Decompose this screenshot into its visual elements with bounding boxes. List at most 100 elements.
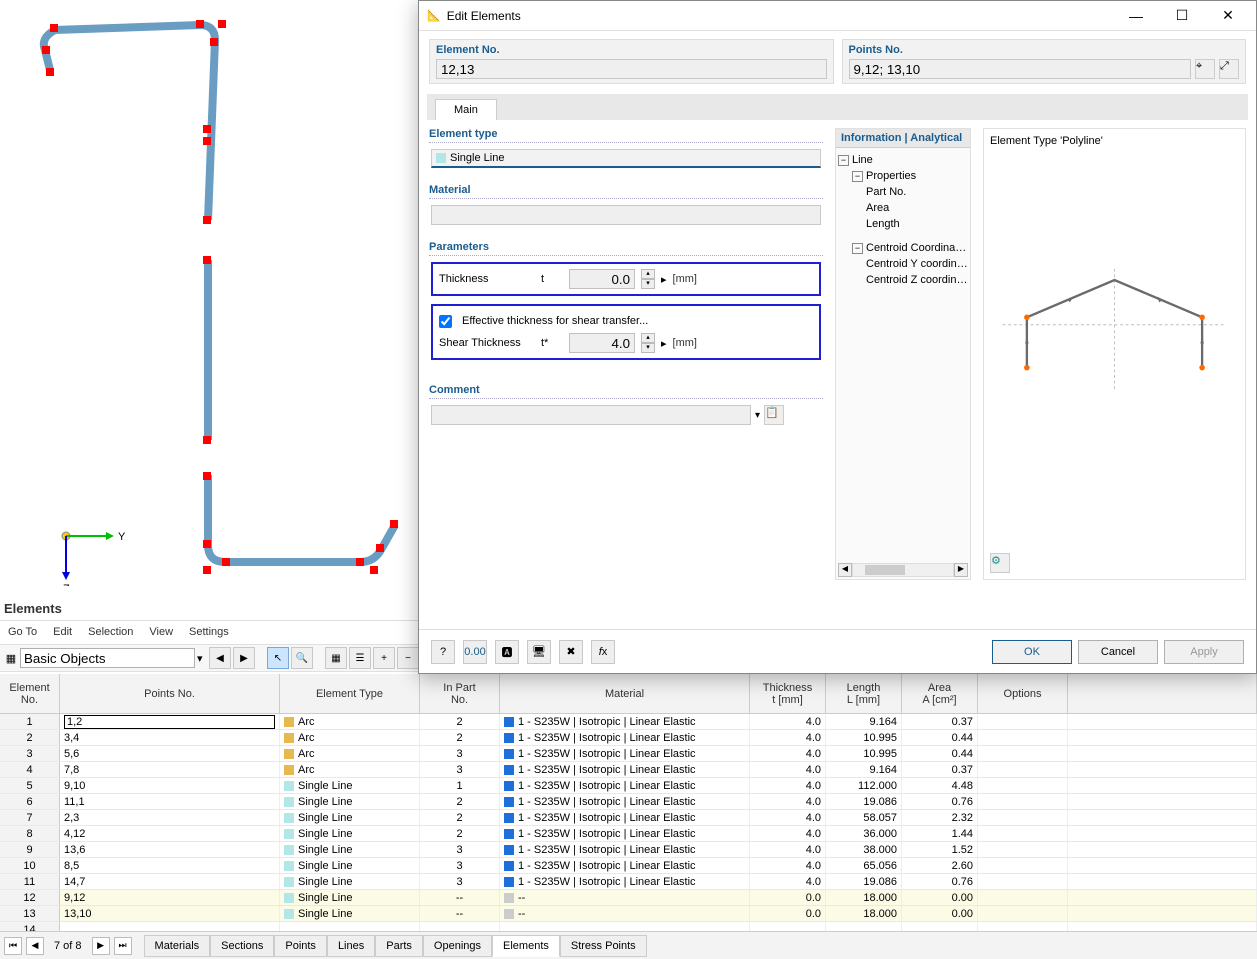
sheet-tab-openings[interactable]: Openings [423,935,492,957]
element-type-value: Single Line [450,152,504,164]
points-no-input[interactable] [849,59,1192,79]
units-icon[interactable]: 0.00 [463,640,487,664]
col-points[interactable]: Points No. [60,674,280,713]
prev-sheet-btn[interactable]: ◀ [26,937,44,955]
svg-text:Z: Z [63,583,70,586]
sheet-tab-lines[interactable]: Lines [327,935,375,957]
info-tree[interactable]: Information | Analytical −Line −Properti… [835,128,971,580]
sheet-tab-elements[interactable]: Elements [492,935,560,957]
shear-spinner[interactable]: ▴▾ [641,333,655,353]
col-thickness[interactable]: Thickness t [mm] [750,674,826,713]
calculator-icon[interactable]: 🅰 [495,640,519,664]
group-element-type: Element type [429,128,823,143]
sheet-tab-sections[interactable]: Sections [210,935,274,957]
table-view-btn[interactable]: ▦ [325,647,347,669]
shear-step-btn[interactable]: ▸ [661,337,667,350]
table-row[interactable]: 1313,10Single Line----0.018.0000.00 [0,906,1257,922]
col-etype[interactable]: Element Type [280,674,420,713]
preview-settings-icon[interactable]: ⚙ [990,553,1010,573]
tree-hscroll[interactable]: ◀▶ [838,563,968,577]
elements-grid[interactable]: Element No. Points No. Element Type In P… [0,674,1257,931]
comment-library-icon[interactable]: 📋 [764,405,784,425]
dialog-title: Edit Elements [447,9,1110,23]
menu-goto[interactable]: Go To [8,626,37,638]
effective-thickness-label: Effective thickness for shear transfer..… [462,315,648,327]
col-length[interactable]: Length L [mm] [826,674,902,713]
table-row[interactable]: 23,4Arc21 - S235W | Isotropic | Linear E… [0,730,1257,746]
remove-row-btn[interactable]: − [397,647,419,669]
info-header: Information | Analytical [836,129,970,148]
table-row[interactable]: 59,10Single Line11 - S235W | Isotropic |… [0,778,1257,794]
thickness-symbol: t [541,273,563,285]
sheet-footer: ⏮ ◀ 7 of 8 ▶ ⏭ MaterialsSectionsPointsLi… [0,931,1257,959]
col-inpart[interactable]: In Part No. [420,674,500,713]
edit-elements-dialog: 📐 Edit Elements — ☐ ✕ Element No. Points… [418,0,1257,674]
table-row[interactable]: 1Arc21 - S235W | Isotropic | Linear Elas… [0,714,1257,730]
select-mode-btn[interactable]: ↖ [267,647,289,669]
add-row-btn[interactable]: + [373,647,395,669]
table-row[interactable]: 47,8Arc31 - S235W | Isotropic | Linear E… [0,762,1257,778]
col-area[interactable]: Area A [cm²] [902,674,978,713]
effective-thickness-checkbox[interactable] [439,315,452,328]
sheet-tab-stress-points[interactable]: Stress Points [560,935,647,957]
element-type-select[interactable]: Single Line [431,149,821,168]
object-filter-combo[interactable] [20,648,195,668]
axis-widget: Y Z [56,506,126,589]
material-input[interactable] [431,205,821,225]
nav-next-btn[interactable]: ▶ [233,647,255,669]
points-no-label: Points No. [849,44,1240,56]
nav-prev-btn[interactable]: ◀ [209,647,231,669]
group-parameters: Parameters [429,241,823,256]
last-sheet-btn[interactable]: ⏭ [114,937,132,955]
table-row[interactable]: 129,12Single Line----0.018.0000.00 [0,890,1257,906]
svg-text:Y: Y [118,531,126,543]
maximize-button[interactable]: ☐ [1162,2,1202,30]
table-row[interactable]: 913,6Single Line31 - S235W | Isotropic |… [0,842,1257,858]
menu-edit[interactable]: Edit [53,626,72,638]
display-icon[interactable]: 🖥 [527,640,551,664]
table-row[interactable]: 35,6Arc31 - S235W | Isotropic | Linear E… [0,746,1257,762]
first-sheet-btn[interactable]: ⏮ [4,937,22,955]
table-row[interactable]: 1114,7Single Line31 - S235W | Isotropic … [0,874,1257,890]
table-row[interactable]: 72,3Single Line21 - S235W | Isotropic | … [0,810,1257,826]
menu-selection[interactable]: Selection [88,626,133,638]
shear-thickness-input[interactable] [569,333,635,353]
col-material[interactable]: Material [500,674,750,713]
col-element-no[interactable]: Element No. [0,674,60,713]
ok-button[interactable]: OK [992,640,1072,664]
row-view-btn[interactable]: ☰ [349,647,371,669]
find-btn[interactable]: 🔍 [291,647,313,669]
col-options[interactable]: Options [978,674,1068,713]
thickness-input[interactable] [569,269,635,289]
thickness-spinner[interactable]: ▴▾ [641,269,655,289]
comment-input[interactable] [431,405,751,425]
close-button[interactable]: ✕ [1208,2,1248,30]
sheet-tab-parts[interactable]: Parts [375,935,423,957]
panel-title: Elements [4,601,62,616]
table-row[interactable]: 611,1Single Line21 - S235W | Isotropic |… [0,794,1257,810]
apply-button[interactable]: Apply [1164,640,1244,664]
next-sheet-btn[interactable]: ▶ [92,937,110,955]
pick-points-icon[interactable]: ⌖ [1195,59,1215,79]
menu-settings[interactable]: Settings [189,626,229,638]
shear-unit: [mm] [673,337,697,349]
expand-points-icon[interactable]: ⤢ [1219,59,1239,79]
sheet-position: 7 of 8 [48,940,88,952]
shear-thickness-label: Shear Thickness [439,337,535,349]
help-icon[interactable]: ? [431,640,455,664]
menu-view[interactable]: View [149,626,173,638]
tab-main[interactable]: Main [435,99,497,120]
cancel-button[interactable]: Cancel [1078,640,1158,664]
sheet-tab-materials[interactable]: Materials [144,935,211,957]
sheet-tab-points[interactable]: Points [274,935,327,957]
dialog-icon: 📐 [427,9,441,22]
element-no-input[interactable] [436,59,827,79]
thickness-unit: [mm] [673,273,697,285]
table-row[interactable]: 108,5Single Line31 - S235W | Isotropic |… [0,858,1257,874]
table-row[interactable]: 84,12Single Line21 - S235W | Isotropic |… [0,826,1257,842]
thickness-step-btn[interactable]: ▸ [661,273,667,286]
minimize-button[interactable]: — [1116,2,1156,30]
delete-icon[interactable]: ✖ [559,640,583,664]
function-icon[interactable]: fx [591,640,615,664]
table-row[interactable]: 14 [0,922,1257,931]
